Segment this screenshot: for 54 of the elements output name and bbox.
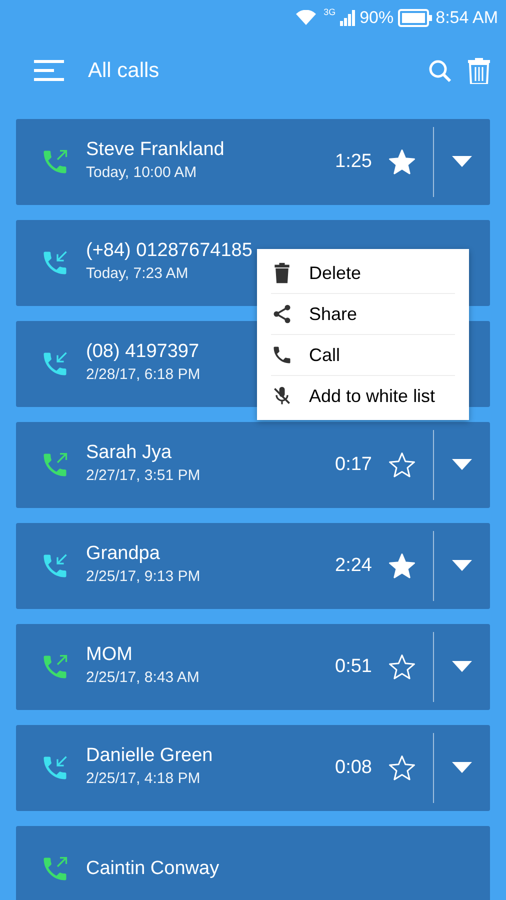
- delete-button[interactable]: [468, 58, 490, 84]
- battery-icon: [398, 9, 432, 27]
- star-outline-icon[interactable]: [388, 653, 416, 681]
- share-icon: [271, 303, 293, 325]
- clock: 8:54 AM: [436, 7, 498, 30]
- call-card[interactable]: Caintin Conway: [16, 826, 490, 900]
- call-card[interactable]: Sarah Jya 2/27/17, 3:51 PM 0:17: [16, 422, 490, 508]
- search-button[interactable]: [428, 58, 452, 84]
- contact-name: MOM: [86, 644, 132, 668]
- call-duration: 2:24: [335, 554, 372, 578]
- call-time: Today, 10:00 AM: [86, 163, 197, 184]
- battery-percent: 90%: [360, 7, 394, 30]
- call-card[interactable]: MOM 2/25/17, 8:43 AM 0:51: [16, 624, 490, 710]
- caret-icon: [452, 762, 472, 774]
- star-outline-icon[interactable]: [388, 451, 416, 479]
- mic-off-icon: [271, 385, 293, 407]
- menu-icon: [34, 60, 64, 82]
- signal-icon: [340, 10, 356, 26]
- caret-icon: [452, 459, 472, 471]
- menu-item[interactable]: Delete: [257, 253, 469, 293]
- caret-icon: [452, 661, 472, 673]
- call-card[interactable]: Steve Frankland Today, 10:00 AM 1:25: [16, 119, 490, 205]
- call-duration: 1:25: [335, 150, 372, 174]
- contact-name: (08) 4197397: [86, 341, 200, 364]
- contact-name: (+84) 01287674185: [86, 240, 252, 264]
- contact-name: Grandpa: [86, 543, 160, 566]
- call-time: Today, 7:23 AM: [86, 264, 188, 284]
- phone-icon: [271, 344, 293, 366]
- call-time: 2/28/17, 6:18 PM: [86, 365, 200, 386]
- call-time: 2/25/17, 4:18 PM: [86, 769, 200, 790]
- menu-button[interactable]: [34, 59, 64, 83]
- call-duration: 0:51: [335, 654, 372, 679]
- call-card[interactable]: Grandpa 2/25/17, 9:13 PM 2:24: [16, 523, 490, 609]
- menu-item[interactable]: Call: [257, 335, 469, 375]
- contact-name: Sarah Jya: [86, 442, 172, 466]
- contact-name: Steve Frankland: [86, 139, 224, 162]
- page-title: All calls: [88, 58, 160, 84]
- contact-name: Caintin Conway: [86, 858, 220, 880]
- network-type-label: 3G: [324, 6, 336, 19]
- call-card[interactable]: Danielle Green 2/25/17, 4:18 PM 0:08: [16, 725, 490, 811]
- call-duration: 0:08: [335, 756, 372, 780]
- call-time: 2/27/17, 3:51 PM: [86, 466, 200, 486]
- star-filled-icon[interactable]: [388, 552, 416, 580]
- call-duration: 0:17: [335, 452, 372, 477]
- caret-icon: [452, 560, 472, 572]
- contact-name: Danielle Green: [86, 745, 213, 768]
- trash-icon: [468, 58, 490, 84]
- caret-icon: [452, 156, 472, 168]
- wifi-icon: [296, 10, 316, 26]
- star-filled-icon[interactable]: [388, 148, 416, 176]
- search-icon: [428, 58, 452, 83]
- call-time: 2/25/17, 9:13 PM: [86, 567, 200, 588]
- star-outline-icon[interactable]: [388, 754, 416, 782]
- call-time: 2/25/17, 8:43 AM: [86, 668, 200, 688]
